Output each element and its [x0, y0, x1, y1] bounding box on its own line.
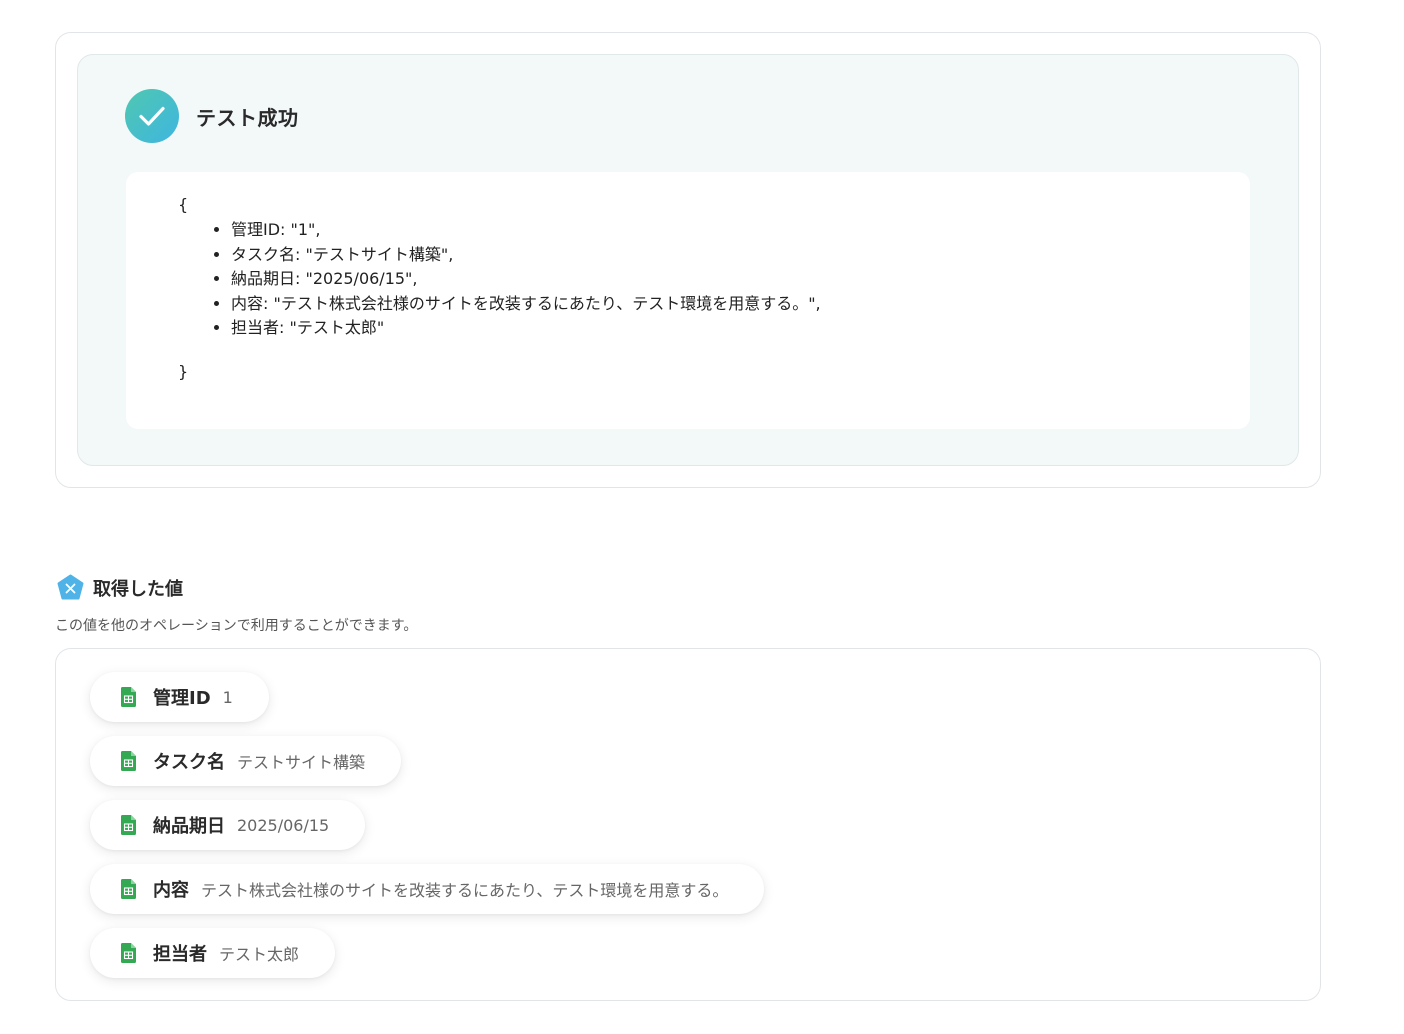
success-header: テスト成功	[125, 89, 299, 143]
section-title: 取得した値	[93, 578, 183, 600]
section-description: この値を他のオペレーションで利用することができます。	[55, 618, 418, 634]
chip-label: 納品期日	[153, 816, 225, 837]
chip-value: テスト株式会社様のサイトを改装するにあたり、テスト環境を用意する。	[201, 881, 729, 900]
chip-label: 担当者	[153, 944, 207, 965]
retrieved-values-header: 取得した値	[57, 574, 183, 601]
chip-value: 1	[222, 687, 233, 707]
google-sheets-icon	[121, 815, 136, 835]
json-line: 担当者: "テスト太郎"	[231, 316, 821, 341]
retrieved-values-card: 管理ID 1 タスク名 テストサイト構築 納品期日 2025/06/15 内容 …	[55, 648, 1321, 1001]
chip-label: 管理ID	[153, 688, 211, 709]
google-sheets-icon	[121, 943, 136, 963]
value-chip-task-name[interactable]: タスク名 テストサイト構築	[90, 736, 402, 786]
json-line: 管理ID: "1",	[231, 218, 821, 243]
value-chip-content[interactable]: 内容 テスト株式会社様のサイトを改装するにあたり、テスト環境を用意する。	[90, 864, 765, 914]
chip-value: テスト太郎	[219, 945, 300, 964]
success-title: テスト成功	[196, 105, 299, 130]
chip-value: 2025/06/15	[237, 815, 330, 835]
json-line: 内容: "テスト株式会社様のサイトを改装するにあたり、テスト環境を用意する。",	[231, 292, 821, 317]
google-sheets-icon	[121, 879, 136, 899]
test-success-panel: テスト成功 { 管理ID: "1", タスク名: "テストサイト構築", 納品期…	[77, 54, 1299, 466]
json-line: 納品期日: "2025/06/15",	[231, 267, 821, 292]
json-close-brace: }	[178, 362, 189, 381]
json-output-box: { 管理ID: "1", タスク名: "テストサイト構築", 納品期日: "20…	[126, 172, 1250, 429]
json-field-list: 管理ID: "1", タスク名: "テストサイト構築", 納品期日: "2025…	[231, 218, 821, 341]
test-result-card: テスト成功 { 管理ID: "1", タスク名: "テストサイト構築", 納品期…	[55, 32, 1321, 488]
google-sheets-icon	[121, 751, 136, 771]
json-open-brace: {	[178, 195, 189, 214]
variable-x-icon	[57, 574, 84, 600]
chip-label: タスク名	[153, 752, 225, 773]
value-chip-assignee[interactable]: 担当者 テスト太郎	[90, 928, 336, 978]
chip-label: 内容	[153, 880, 189, 901]
value-chip-kanri-id[interactable]: 管理ID 1	[90, 672, 269, 722]
google-sheets-icon	[121, 687, 136, 707]
chip-value: テストサイト構築	[237, 753, 366, 772]
check-circle-icon	[125, 89, 179, 143]
json-line: タスク名: "テストサイト構築",	[231, 243, 821, 268]
value-chip-due-date[interactable]: 納品期日 2025/06/15	[90, 800, 366, 850]
